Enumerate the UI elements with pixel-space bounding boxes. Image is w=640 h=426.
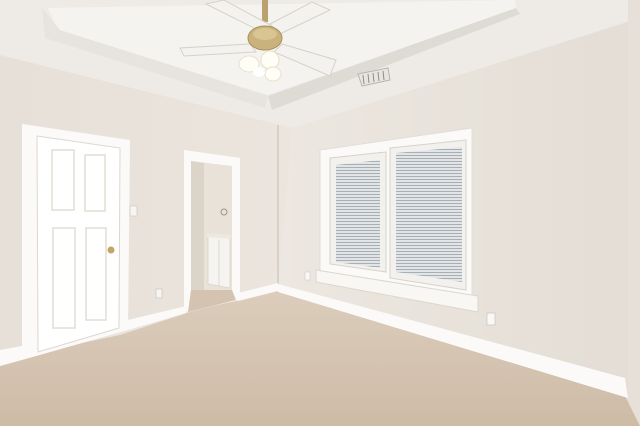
bathroom-doorway[interactable] — [184, 150, 240, 312]
outlet-icon — [304, 271, 311, 281]
right-edge-wall — [628, 0, 640, 426]
window-blind-left[interactable] — [336, 160, 380, 268]
closet-door[interactable] — [22, 124, 130, 360]
door-knob-icon[interactable] — [107, 246, 115, 254]
light-switch-icon[interactable] — [129, 205, 138, 217]
window-blind-right[interactable] — [396, 147, 462, 282]
outlet-icon — [155, 288, 163, 299]
room-photo — [0, 0, 640, 426]
double-window — [315, 127, 479, 313]
outlet-icon — [486, 312, 496, 326]
room-illustration — [0, 0, 640, 426]
